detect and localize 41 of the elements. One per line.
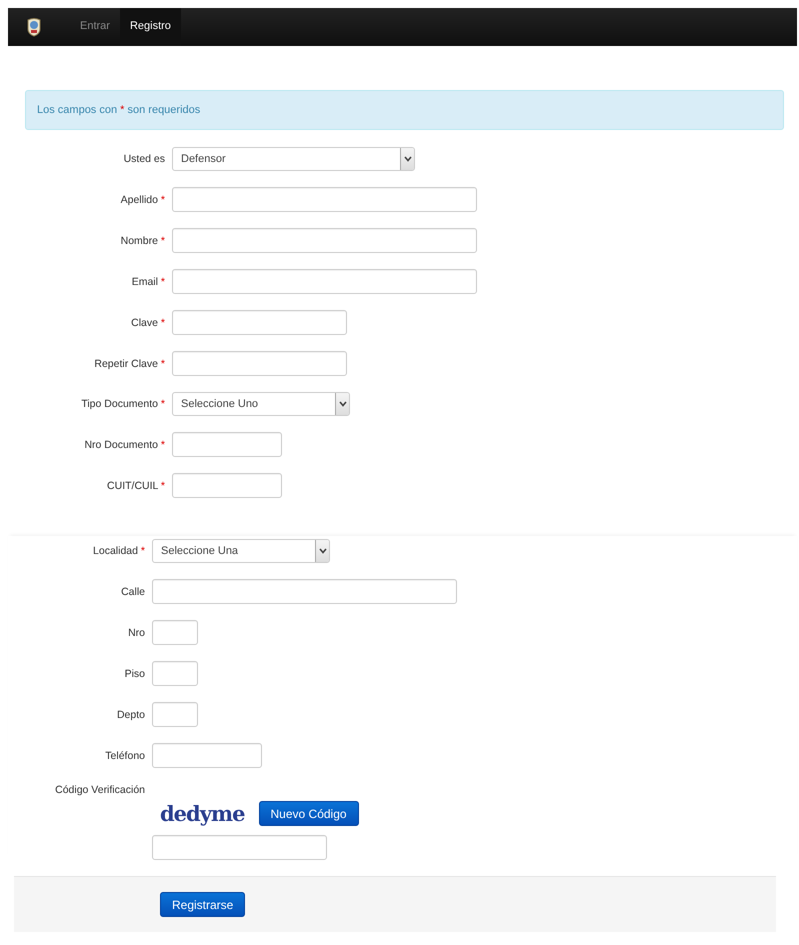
field-label: Nombre * [120,234,165,246]
input-field[interactable] [172,473,282,498]
input-field[interactable] [172,310,347,335]
field-label: Localidad * [92,545,145,557]
field-label: Nro [127,626,145,638]
input-field[interactable] [172,269,477,294]
field-label: Repetir Clave * [93,358,165,370]
input-field[interactable] [172,351,347,376]
chevron-down-icon [338,401,346,407]
field-label: Email * [130,276,165,288]
input-field[interactable] [152,702,198,727]
chevron-down-icon [318,548,326,554]
field-label: Calle [120,586,145,598]
field-label: Tipo Documento * [80,398,165,410]
input-field[interactable] [152,661,198,686]
field-label: CUIT/CUIL * [106,480,165,492]
field-label: Nro Documento * [83,438,165,450]
input-field[interactable] [152,579,457,604]
input-field[interactable] [172,228,477,253]
input-field[interactable] [152,835,327,860]
dropdown[interactable]: Seleccione Una [152,539,330,563]
new-code-button[interactable]: Nuevo Código [258,801,359,826]
chevron-down-icon [404,156,412,162]
register-button[interactable]: Registrarse [160,892,246,917]
input-field[interactable] [172,187,477,212]
dropdown[interactable]: Seleccione Uno [172,392,350,416]
badge-logo-icon[interactable] [26,17,42,37]
input-field[interactable] [172,432,282,457]
nav-link[interactable]: Entrar [70,8,120,46]
field-label: Código Verificación [54,784,145,796]
field-label: Usted es [122,153,165,165]
field-label: Apellido * [120,194,165,206]
field-label: Teléfono [104,750,145,762]
field-label: Clave * [130,316,165,328]
input-field[interactable] [152,620,198,645]
dropdown[interactable]: Defensor [172,147,415,171]
input-field[interactable] [152,743,262,768]
field-label: Depto [116,708,145,720]
field-label: Piso [124,668,145,680]
captcha-image: dedyme [160,801,245,826]
required-fields-note: Los campos con * son requeridos [37,104,200,116]
